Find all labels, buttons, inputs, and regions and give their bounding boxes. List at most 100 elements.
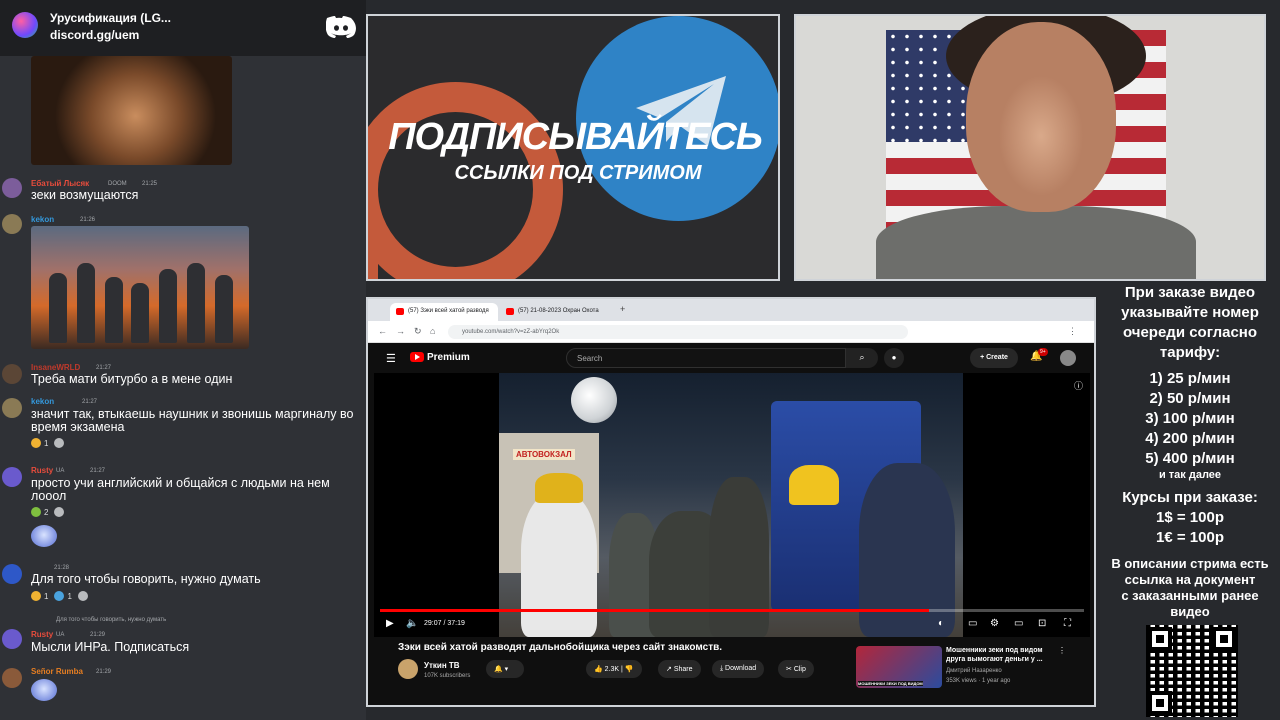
message-text: Мысли ИНРа. Подписаться xyxy=(31,640,190,654)
reaction[interactable]: 1 xyxy=(31,589,48,603)
reply-preview[interactable]: Для того чтобы говорить, нужно думать xyxy=(56,617,166,623)
browser-address-bar: ← → ↻ ⌂ youtube.com/watch?v=zZ-abYrq2Ok … xyxy=(368,321,1094,343)
rate-line: 1$ = 100р xyxy=(1156,509,1224,526)
banner-title: ПОДПИСЫВАЙТЕСЬ xyxy=(388,116,763,158)
reaction[interactable]: 2 xyxy=(31,505,48,519)
hamburger-menu-icon[interactable]: ☰ xyxy=(386,352,396,365)
outro-line: ссылка на документ xyxy=(1124,572,1256,587)
progress-bar[interactable] xyxy=(380,609,1084,612)
forward-icon[interactable]: → xyxy=(396,326,405,336)
price-tier: 1) 25 р/мин xyxy=(1149,370,1231,387)
price-tier: 2) 50 р/мин xyxy=(1149,390,1231,407)
search-input[interactable]: Search xyxy=(566,348,846,368)
youtube-premium-label[interactable]: Premium xyxy=(427,352,470,363)
username[interactable]: Ебатый Лысяк xyxy=(31,179,89,188)
browser-tab-bar: (57) Зэки всей хатой разводя (57) 21-08-… xyxy=(368,299,1094,321)
account-avatar[interactable] xyxy=(1060,350,1076,366)
video-player[interactable]: АВТОВОКЗАЛ ⓘ ▶ 🔈 29:07 / 37:19 ◐ ▭ ⚙ ▭ ⊡… xyxy=(374,373,1090,637)
youtube-favicon-icon xyxy=(396,308,404,315)
new-tab-icon[interactable]: + xyxy=(620,304,625,314)
reactions: 1 1 xyxy=(31,589,88,603)
cast-icon[interactable]: ⊡ xyxy=(1038,618,1046,629)
username[interactable]: kekon xyxy=(31,215,54,224)
fullscreen-icon[interactable]: ⛶ xyxy=(1064,618,1071,629)
browser-tab-active[interactable]: (57) Зэки всей хатой разводя xyxy=(390,303,498,321)
clip-button[interactable]: ✂ Clip xyxy=(778,660,814,678)
qr-code[interactable] xyxy=(1146,625,1238,717)
subscribe-banner: ПОДПИСЫВАЙТЕСЬ ССЫЛКИ ПОД СТРИМОМ xyxy=(366,14,780,281)
server-invite-link: discord.gg/uem xyxy=(50,28,140,42)
user-avatar xyxy=(2,668,22,688)
price-list: При заказе видео указывайте номер очеред… xyxy=(1100,283,1280,620)
username[interactable]: kekon xyxy=(31,397,54,406)
message-text: зеки возмущаются xyxy=(31,188,139,202)
home-icon[interactable]: ⌂ xyxy=(430,326,435,336)
recommended-thumbnail[interactable]: МОШЕННИКИ ЗЕКИ ПОД ВИДОМ xyxy=(856,646,942,688)
reload-icon[interactable]: ↻ xyxy=(414,326,422,337)
timestamp: 21:28 xyxy=(54,565,70,571)
captions-icon[interactable]: ▭ xyxy=(968,618,977,629)
username[interactable]: Rusty xyxy=(31,466,53,475)
user-avatar xyxy=(2,629,22,649)
recommended-title[interactable]: Мошенники зеки под видом друга вымогают … xyxy=(946,646,1056,664)
reaction[interactable] xyxy=(54,436,65,450)
reaction[interactable]: 1 xyxy=(31,436,48,450)
user-avatar xyxy=(2,398,22,418)
browser-menu-icon[interactable]: ⋮ xyxy=(1068,326,1077,337)
person-driver xyxy=(789,465,839,505)
webcam-feed xyxy=(794,14,1266,281)
user-avatar xyxy=(2,564,22,584)
back-icon[interactable]: ← xyxy=(378,326,387,336)
chat-image-soldiers[interactable] xyxy=(31,226,249,349)
server-avatar xyxy=(12,12,38,38)
username[interactable]: Rusty xyxy=(31,630,53,639)
search-icon[interactable]: ⌕ xyxy=(846,348,878,368)
streamer-shirt xyxy=(876,206,1196,279)
price-tier: 4) 200 р/мин xyxy=(1145,430,1235,447)
yellow-hat xyxy=(535,473,583,503)
price-intro-line: очереди согласно xyxy=(1122,324,1258,341)
channel-avatar[interactable] xyxy=(398,659,418,679)
server-name: Урусификация (LG... xyxy=(50,11,171,25)
price-tier: 5) 400 р/мин xyxy=(1145,450,1235,467)
info-icon[interactable]: ⓘ xyxy=(1074,379,1083,392)
chat-image-face[interactable] xyxy=(31,56,232,165)
subscriber-count: 107K subscribers xyxy=(424,673,471,679)
username[interactable]: Señor Rumba xyxy=(31,667,83,676)
play-icon[interactable]: ▶ xyxy=(386,618,394,629)
patreon-logo-stem xyxy=(368,176,378,279)
message-text: Для того чтобы говорить, нужно думать xyxy=(31,572,261,586)
recommended-meta: 353K views · 1 year ago xyxy=(946,678,1011,684)
subscribed-bell-button[interactable]: 🔔 ▾ xyxy=(486,660,524,678)
reaction[interactable] xyxy=(54,505,65,519)
user-avatar xyxy=(2,178,22,198)
timestamp: 21:25 xyxy=(142,181,158,187)
share-button[interactable]: ↗ Share xyxy=(658,660,701,678)
reaction[interactable] xyxy=(77,589,88,603)
outro-line: В описании стрима есть xyxy=(1111,556,1269,571)
username[interactable]: InsaneWRLD xyxy=(31,363,80,372)
volume-icon[interactable]: 🔈 xyxy=(406,618,418,629)
reaction[interactable]: 1 xyxy=(54,589,72,603)
video-frame[interactable]: АВТОВОКЗАЛ xyxy=(499,373,963,637)
like-button[interactable]: 👍 2.3K | 👎 xyxy=(586,660,642,678)
download-button[interactable]: ⤓ Download xyxy=(712,660,765,678)
browser-tab[interactable]: (57) 21-08-2023 Охран Охота xyxy=(500,303,608,321)
url-field[interactable]: youtube.com/watch?v=zZ-abYrq2Ok xyxy=(448,325,908,339)
settings-gear-icon[interactable]: ⚙ xyxy=(990,618,999,629)
chat-sticker xyxy=(31,679,57,701)
create-button[interactable]: + Create xyxy=(970,348,1018,368)
badge: UA xyxy=(56,468,65,474)
youtube-topbar: ☰ Premium Search ⌕ ● + Create 🔔 9+ xyxy=(368,343,1094,373)
streamer-face xyxy=(966,22,1116,212)
miniplayer-icon[interactable]: ▭ xyxy=(1014,618,1023,629)
more-options-icon[interactable]: ⋮ xyxy=(1058,646,1066,655)
rates-title: Курсы при заказе: xyxy=(1122,489,1258,506)
channel-name[interactable]: Уткин ТВ xyxy=(424,661,460,670)
autoplay-toggle-icon[interactable]: ◐ xyxy=(938,618,944,629)
youtube-logo-icon[interactable] xyxy=(410,352,424,362)
recommended-channel[interactable]: Дмитрий Назаренко xyxy=(946,668,1002,674)
microphone-icon[interactable]: ● xyxy=(884,348,904,368)
discord-header: Урусификация (LG... discord.gg/uem xyxy=(0,0,366,56)
badge: DOOM xyxy=(108,181,127,187)
